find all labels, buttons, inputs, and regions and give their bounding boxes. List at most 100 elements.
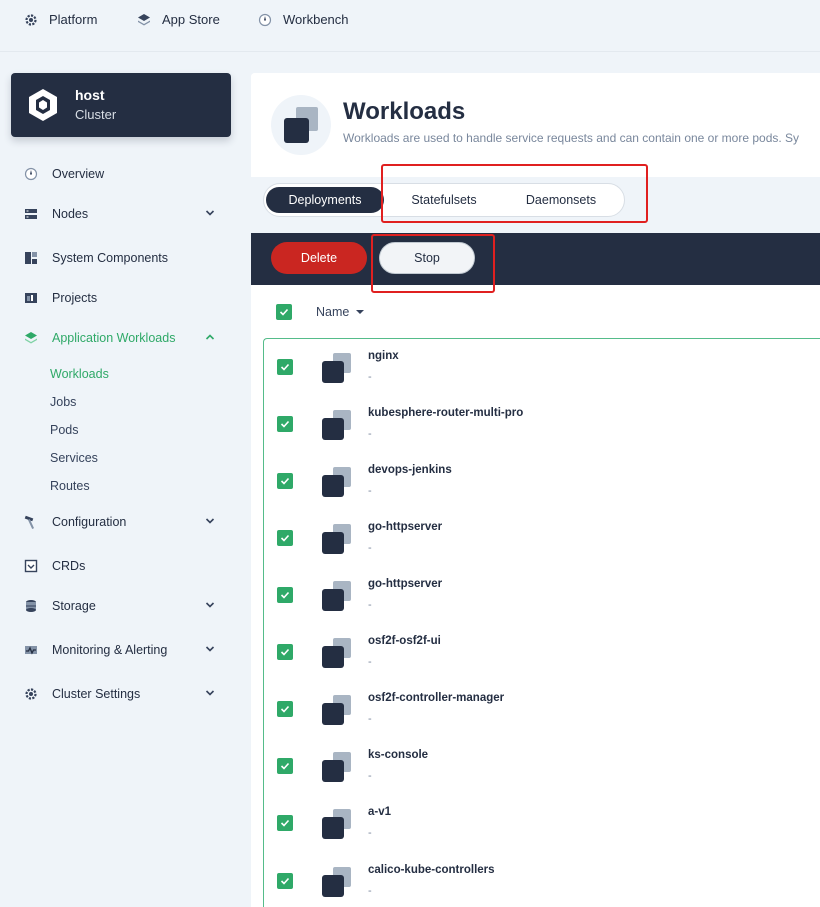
- layers-icon: [24, 331, 38, 345]
- chevron-down-icon: [205, 518, 215, 524]
- table-row[interactable]: osf2f-osf2f-ui -: [264, 624, 820, 681]
- deployment-icon: [322, 638, 351, 668]
- chevron-down-icon: [205, 646, 215, 652]
- row-checkbox[interactable]: [277, 873, 293, 889]
- check-icon: [279, 308, 289, 316]
- cluster-logo-icon: [29, 89, 57, 121]
- nav-platform[interactable]: Platform: [24, 12, 97, 27]
- sidebar-item-storage[interactable]: Storage: [24, 596, 220, 616]
- workload-name[interactable]: osf2f-osf2f-ui: [368, 635, 441, 647]
- sidebar-subitem-workloads[interactable]: Workloads: [50, 367, 109, 381]
- tab-deployments[interactable]: Deployments: [266, 187, 384, 213]
- check-icon: [280, 705, 290, 713]
- sidebar-item-cluster-settings[interactable]: Cluster Settings: [24, 684, 220, 704]
- row-checkbox[interactable]: [277, 815, 293, 831]
- workload-description: -: [368, 485, 372, 497]
- check-icon: [280, 534, 290, 542]
- sidebar-item-application-workloads[interactable]: Application Workloads: [24, 328, 220, 348]
- sidebar-subitem-pods[interactable]: Pods: [50, 423, 79, 437]
- table-row[interactable]: go-httpserver -: [264, 510, 820, 567]
- project-icon: [24, 291, 38, 305]
- deployment-icon: [322, 524, 351, 554]
- delete-button[interactable]: Delete: [271, 242, 367, 274]
- row-checkbox[interactable]: [277, 644, 293, 660]
- hammer-icon: [24, 515, 38, 529]
- row-checkbox[interactable]: [277, 416, 293, 432]
- nav-workbench-label: Workbench: [283, 12, 349, 27]
- sidebar-item-system-components[interactable]: System Components: [24, 248, 220, 268]
- top-navigation: Platform App Store Workbench: [0, 0, 820, 52]
- deployment-icon: [322, 581, 351, 611]
- workload-description: -: [368, 827, 372, 839]
- workload-description: -: [368, 770, 372, 782]
- workload-name[interactable]: go-httpserver: [368, 521, 442, 533]
- row-checkbox[interactable]: [277, 530, 293, 546]
- workload-name[interactable]: a-v1: [368, 806, 391, 818]
- sidebar-item-label: Storage: [52, 599, 96, 613]
- workload-description: -: [368, 599, 372, 611]
- table-row[interactable]: a-v1 -: [264, 795, 820, 852]
- table-row[interactable]: go-httpserver -: [264, 567, 820, 624]
- check-icon: [280, 819, 290, 827]
- components-icon: [24, 251, 38, 265]
- workload-name[interactable]: go-httpserver: [368, 578, 442, 590]
- sidebar-subitem-jobs[interactable]: Jobs: [50, 395, 76, 409]
- workload-description: -: [368, 713, 372, 725]
- table-body: nginx - kubesphere-router-multi-pro - de…: [263, 338, 820, 907]
- workload-name[interactable]: osf2f-controller-manager: [368, 692, 504, 704]
- highlight-box-stop: [371, 234, 495, 293]
- dashboard-icon: [24, 167, 38, 181]
- sidebar-item-configuration[interactable]: Configuration: [24, 512, 220, 532]
- table-row[interactable]: ks-console -: [264, 738, 820, 795]
- row-checkbox[interactable]: [277, 701, 293, 717]
- deployment-icon: [322, 809, 351, 839]
- workload-name[interactable]: ks-console: [368, 749, 428, 761]
- column-header-name[interactable]: Name: [316, 305, 365, 319]
- deployment-icon: [322, 353, 351, 383]
- deployment-icon: [322, 752, 351, 782]
- check-icon: [280, 762, 290, 770]
- crd-icon: [24, 559, 38, 573]
- nav-app-store[interactable]: App Store: [137, 12, 220, 27]
- row-checkbox[interactable]: [277, 758, 293, 774]
- sidebar-item-label: Monitoring & Alerting: [52, 643, 168, 657]
- sidebar-item-nodes[interactable]: Nodes: [24, 204, 220, 224]
- sidebar-item-label: Configuration: [52, 515, 127, 529]
- nav-app-store-label: App Store: [162, 12, 220, 27]
- row-checkbox[interactable]: [277, 359, 293, 375]
- row-checkbox[interactable]: [277, 587, 293, 603]
- workload-name[interactable]: kubesphere-router-multi-pro: [368, 407, 523, 419]
- row-checkbox[interactable]: [277, 473, 293, 489]
- workload-name[interactable]: devops-jenkins: [368, 464, 452, 476]
- sort-down-icon: [356, 310, 365, 314]
- sidebar-item-projects[interactable]: Projects: [24, 288, 220, 308]
- chevron-up-icon: [205, 334, 215, 340]
- page-description: Workloads are used to handle service req…: [343, 131, 800, 145]
- table-row[interactable]: kubesphere-router-multi-pro -: [264, 396, 820, 453]
- monitor-icon: [24, 643, 38, 657]
- batch-action-toolbar: Delete Stop: [251, 233, 820, 285]
- sidebar-subitem-services[interactable]: Services: [50, 451, 98, 465]
- select-all-checkbox[interactable]: [276, 304, 292, 320]
- table-row[interactable]: nginx -: [264, 339, 820, 396]
- check-icon: [280, 420, 290, 428]
- table-row[interactable]: calico-kube-controllers -: [264, 853, 820, 907]
- table-row[interactable]: osf2f-controller-manager -: [264, 681, 820, 738]
- sidebar-item-label: Projects: [52, 291, 98, 305]
- nav-workbench[interactable]: Workbench: [258, 12, 349, 27]
- workload-name[interactable]: calico-kube-controllers: [368, 864, 495, 876]
- sidebar-item-overview[interactable]: Overview: [24, 164, 220, 184]
- check-icon: [280, 877, 290, 885]
- sidebar-item-label: Cluster Settings: [52, 687, 141, 701]
- dashboard-icon: [258, 13, 272, 26]
- workload-description: -: [368, 371, 372, 383]
- cluster-type: Cluster: [75, 107, 117, 122]
- sidebar-item-crds[interactable]: CRDs: [24, 556, 220, 576]
- sidebar-item-monitoring-alerting[interactable]: Monitoring & Alerting: [24, 640, 220, 660]
- sidebar-item-label: Nodes: [52, 207, 89, 221]
- sidebar-subitem-routes[interactable]: Routes: [50, 479, 90, 493]
- chevron-down-icon: [205, 210, 215, 216]
- table-row[interactable]: devops-jenkins -: [264, 453, 820, 510]
- workload-name[interactable]: nginx: [368, 350, 399, 362]
- cluster-card[interactable]: host Cluster: [11, 73, 231, 137]
